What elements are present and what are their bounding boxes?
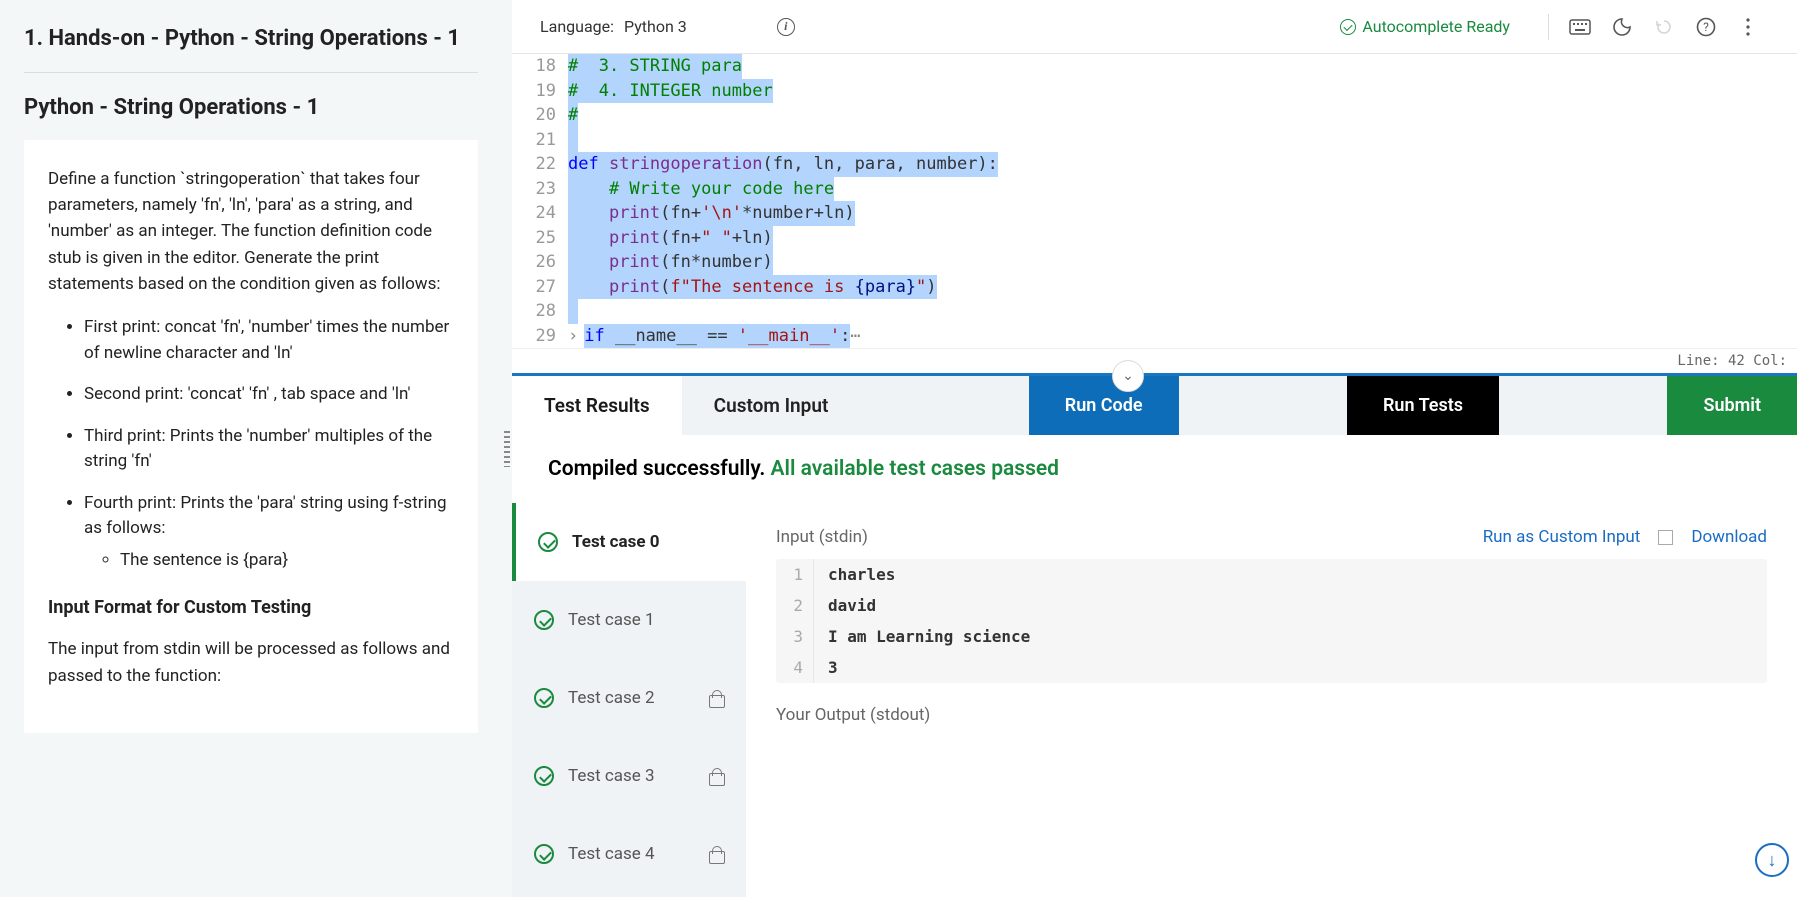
list-item: Second print: 'concat' 'fn' , tab space … bbox=[84, 382, 454, 408]
run-code-button[interactable]: Run Code bbox=[1029, 376, 1179, 435]
divider bbox=[1548, 14, 1549, 40]
lock-icon bbox=[708, 846, 724, 862]
check-icon bbox=[534, 766, 554, 786]
info-icon[interactable]: i bbox=[777, 18, 795, 36]
run-tests-button[interactable]: Run Tests bbox=[1347, 376, 1499, 435]
code-panel: Language: Python 3 i Autocomplete Ready … bbox=[512, 0, 1797, 897]
testcase-item[interactable]: Test case 1 bbox=[512, 581, 746, 659]
check-icon bbox=[1340, 19, 1356, 35]
list-item: Fourth print: Prints the 'para' string u… bbox=[84, 491, 454, 574]
tab-test-results[interactable]: Test Results bbox=[512, 376, 682, 435]
editor-status: Line: 42 Col: bbox=[512, 348, 1797, 373]
check-icon bbox=[534, 844, 554, 864]
intro-text: Define a function `stringoperation` that… bbox=[48, 166, 454, 298]
check-icon bbox=[534, 688, 554, 708]
help-icon[interactable]: ? bbox=[1695, 16, 1717, 38]
output-panel: Input (stdin) Run as Custom Input Downlo… bbox=[746, 503, 1797, 897]
problem-card: Define a function `stringoperation` that… bbox=[24, 140, 478, 733]
stdout-label: Your Output (stdout) bbox=[776, 705, 930, 725]
language-label: Language: bbox=[540, 17, 614, 36]
testcase-item[interactable]: Test case 0 bbox=[512, 503, 746, 581]
keyboard-icon[interactable] bbox=[1569, 16, 1591, 38]
chevron-down-icon[interactable]: ⌄ bbox=[1112, 360, 1144, 392]
editor-toolbar: Language: Python 3 i Autocomplete Ready … bbox=[512, 0, 1797, 54]
testcase-list: Test case 0Test case 1Test case 2Test ca… bbox=[512, 503, 746, 897]
results-body: Test case 0Test case 1Test case 2Test ca… bbox=[512, 503, 1797, 897]
history-icon[interactable] bbox=[1653, 16, 1675, 38]
lock-icon bbox=[708, 768, 724, 784]
resize-handle[interactable] bbox=[502, 0, 512, 897]
checkbox[interactable] bbox=[1658, 530, 1673, 545]
divider bbox=[24, 72, 478, 73]
more-icon[interactable] bbox=[1737, 16, 1759, 38]
tab-custom-input[interactable]: Custom Input bbox=[682, 376, 861, 435]
bullet-list: First print: concat 'fn', 'number' times… bbox=[48, 315, 454, 573]
svg-text:?: ? bbox=[1703, 20, 1709, 34]
problem-panel: 1. Hands-on - Python - String Operations… bbox=[0, 0, 502, 897]
submit-button[interactable]: Submit bbox=[1667, 376, 1797, 435]
testcase-item[interactable]: Test case 2 bbox=[512, 659, 746, 737]
input-label: Input (stdin) bbox=[776, 527, 868, 547]
page-title: 1. Hands-on - Python - String Operations… bbox=[24, 24, 478, 54]
run-custom-link[interactable]: Run as Custom Input bbox=[1483, 527, 1641, 547]
section-heading: Input Format for Custom Testing bbox=[48, 597, 454, 618]
check-icon bbox=[538, 532, 558, 552]
autocomplete-status[interactable]: Autocomplete Ready bbox=[1340, 17, 1510, 36]
list-item: First print: concat 'fn', 'number' times… bbox=[84, 315, 454, 366]
results-tabbar: ⌄ Test Results Custom Input Run Code Run… bbox=[512, 373, 1797, 435]
list-item: Third print: Prints the 'number' multipl… bbox=[84, 424, 454, 475]
testcase-item[interactable]: Test case 4 bbox=[512, 815, 746, 893]
problem-subtitle: Python - String Operations - 1 bbox=[24, 95, 478, 120]
moon-icon[interactable] bbox=[1611, 16, 1633, 38]
language-value[interactable]: Python 3 bbox=[624, 17, 687, 36]
list-item: The sentence is {para} bbox=[120, 548, 454, 574]
check-icon bbox=[534, 610, 554, 630]
stdin-block: 1charles2david3I am Learning science43 bbox=[776, 559, 1767, 683]
code-editor[interactable]: 18# 3. STRING para19# 4. INTEGER number2… bbox=[512, 54, 1797, 348]
section-text: The input from stdin will be processed a… bbox=[48, 636, 454, 689]
compile-status: Compiled successfully. All available tes… bbox=[512, 435, 1797, 503]
scroll-down-button[interactable]: ↓ bbox=[1755, 843, 1789, 877]
testcase-item[interactable]: Test case 3 bbox=[512, 737, 746, 815]
download-link[interactable]: Download bbox=[1691, 527, 1767, 547]
lock-icon bbox=[708, 690, 724, 706]
